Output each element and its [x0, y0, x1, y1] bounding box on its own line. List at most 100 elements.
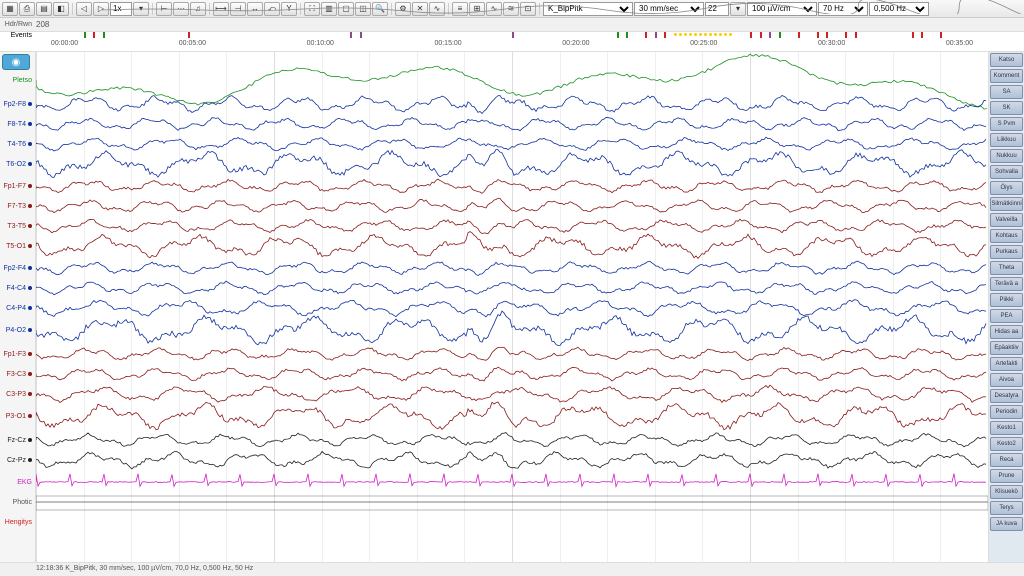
channel-label-c4p4[interactable]: C4-P4 [0, 303, 35, 313]
event-marker[interactable] [645, 32, 647, 38]
event-marker[interactable] [655, 32, 657, 38]
toolbar-btn-3[interactable]: ▤ [36, 2, 52, 16]
channel-label-p3o1[interactable]: P3-O1 [0, 411, 35, 421]
annotation-btn-klisuek[interactable]: Klisuekö [990, 485, 1023, 499]
annotation-btn-valveilla[interactable]: Valveilla [990, 213, 1023, 227]
waveform-fp1f7 [36, 179, 986, 193]
waveform-c3p3 [36, 385, 986, 402]
annotation-btn-komment[interactable]: Komment [990, 69, 1023, 83]
annotation-btn-spvm[interactable]: S Pvm [990, 117, 1023, 131]
channel-label-fzcz[interactable]: Fz-Cz [0, 435, 35, 445]
annotation-btn-sk[interactable]: SK [990, 101, 1023, 115]
event-marker[interactable] [512, 32, 514, 38]
annotation-btn-jakuva[interactable]: JA kuva [990, 517, 1023, 531]
events-label: Events [0, 32, 36, 51]
waveform-c4p4 [36, 300, 986, 317]
annotation-btn-periodin[interactable]: Periodin [990, 405, 1023, 419]
channel-label-ekg[interactable]: EKG [0, 477, 35, 487]
event-marker[interactable] [845, 32, 847, 38]
annotation-btn-theta[interactable]: Theta [990, 261, 1023, 275]
channel-label-fp2f8[interactable]: Fp2-F8 [0, 99, 35, 109]
annotation-btn-nukkuu[interactable]: Nukkuu [990, 149, 1023, 163]
channel-label-c3p3[interactable]: C3-P3 [0, 389, 35, 399]
annotation-btn-piikki[interactable]: Piikki [990, 293, 1023, 307]
annotation-btn-terva[interactable]: Terävä a [990, 277, 1023, 291]
annotation-btn-kesto1[interactable]: Kesto1 [990, 421, 1023, 435]
event-marker[interactable] [188, 32, 190, 38]
annotation-btn-purkaus[interactable]: Purkaus [990, 245, 1023, 259]
annotation-btn-kohtaus[interactable]: Kohtaus [990, 229, 1023, 243]
time-tick: 00:00:00 [51, 40, 78, 47]
channel-label-fp1f3[interactable]: Fp1-F3 [0, 349, 35, 359]
yellow-event-cluster[interactable] [674, 33, 732, 37]
time-tick: 00:15:00 [434, 40, 461, 47]
event-marker[interactable] [360, 32, 362, 38]
channel-label-f4c4[interactable]: F4-C4 [0, 283, 35, 293]
event-marker[interactable] [912, 32, 914, 38]
waveform-area[interactable] [36, 52, 988, 562]
event-marker[interactable] [798, 32, 800, 38]
event-marker[interactable] [617, 32, 619, 38]
hdr-label: Hdr/Rwn [0, 21, 36, 28]
channel-label-t3t5[interactable]: T3-T5 [0, 221, 35, 231]
event-marker[interactable] [779, 32, 781, 38]
waveform-f4c4 [36, 281, 986, 295]
toolbar-btn-4[interactable]: ◧ [53, 2, 69, 16]
waveform-t5o1 [36, 232, 986, 259]
channel-label-pletso[interactable]: Pletso [0, 75, 35, 85]
print-icon[interactable]: ⎙ [19, 2, 35, 16]
annotation-btn-silmtkiinni[interactable]: Silmätkiinni [990, 197, 1023, 211]
annotation-btn-aivoa[interactable]: Aivoa [990, 373, 1023, 387]
waveform-f8t4 [36, 117, 986, 130]
channel-label-t5o1[interactable]: T5-O1 [0, 241, 35, 251]
channel-label-photic[interactable]: Photic [0, 497, 35, 507]
annotation-btn-desatyra[interactable]: Desatyra [990, 389, 1023, 403]
annotation-btn-reca[interactable]: Reca [990, 453, 1023, 467]
time-tick: 00:30:00 [818, 40, 845, 47]
event-marker[interactable] [921, 32, 923, 38]
event-marker[interactable] [350, 32, 352, 38]
event-marker[interactable] [750, 32, 752, 38]
overview-wave [102, 0, 1024, 14]
annotation-btn-katso[interactable]: Katso [990, 53, 1023, 67]
waveform-p3o1 [36, 402, 986, 430]
channel-label-t4t6[interactable]: T4-T6 [0, 139, 35, 149]
view-toggle-icon[interactable]: ◉ [2, 54, 30, 70]
prev-icon[interactable]: ◁ [76, 2, 92, 16]
annotation-btn-epaktiiv[interactable]: Epäaktiiv [990, 341, 1023, 355]
event-marker[interactable] [93, 32, 95, 38]
channel-label-t6o2[interactable]: T6-O2 [0, 159, 35, 169]
event-marker[interactable] [940, 32, 942, 38]
event-marker[interactable] [84, 32, 86, 38]
time-tick: 00:10:00 [307, 40, 334, 47]
channel-label-fp2f4[interactable]: Fp2-F4 [0, 263, 35, 273]
toolbar-btn-1[interactable]: ▦ [2, 2, 18, 16]
channel-label-hengitys[interactable]: Hengitys [0, 517, 35, 527]
waveform-t3t5 [36, 219, 986, 233]
waveform-p4o2 [36, 311, 986, 345]
annotation-btn-liikkuu[interactable]: Liikkuu [990, 133, 1023, 147]
annotation-btn-kesto2[interactable]: Kesto2 [990, 437, 1023, 451]
event-marker[interactable] [855, 32, 857, 38]
channel-label-fp1f7[interactable]: Fp1-F7 [0, 181, 35, 191]
event-marker[interactable] [664, 32, 666, 38]
annotation-btn-hidasaa[interactable]: Hidas aa [990, 325, 1023, 339]
event-marker[interactable] [817, 32, 819, 38]
annotation-btn-sa[interactable]: SA [990, 85, 1023, 99]
annotation-btn-terys[interactable]: Terys [990, 501, 1023, 515]
channel-label-f7t3[interactable]: F7-T3 [0, 201, 35, 211]
annotation-btn-artefakti[interactable]: Artefakti [990, 357, 1023, 371]
annotation-btn-pea[interactable]: PEA [990, 309, 1023, 323]
channel-label-f8t4[interactable]: F8-T4 [0, 119, 35, 129]
event-marker[interactable] [769, 32, 771, 38]
event-marker[interactable] [760, 32, 762, 38]
channel-label-f3c3[interactable]: F3-C3 [0, 369, 35, 379]
annotation-btn-prune[interactable]: Prune [990, 469, 1023, 483]
annotation-btn-sohvalla[interactable]: Sohvalla [990, 165, 1023, 179]
event-marker[interactable] [826, 32, 828, 38]
channel-label-p4o2[interactable]: P4-O2 [0, 325, 35, 335]
channel-label-czpz[interactable]: Cz-Pz [0, 455, 35, 465]
event-marker[interactable] [103, 32, 105, 38]
annotation-btn-iys[interactable]: Öiys [990, 181, 1023, 195]
event-marker[interactable] [626, 32, 628, 38]
